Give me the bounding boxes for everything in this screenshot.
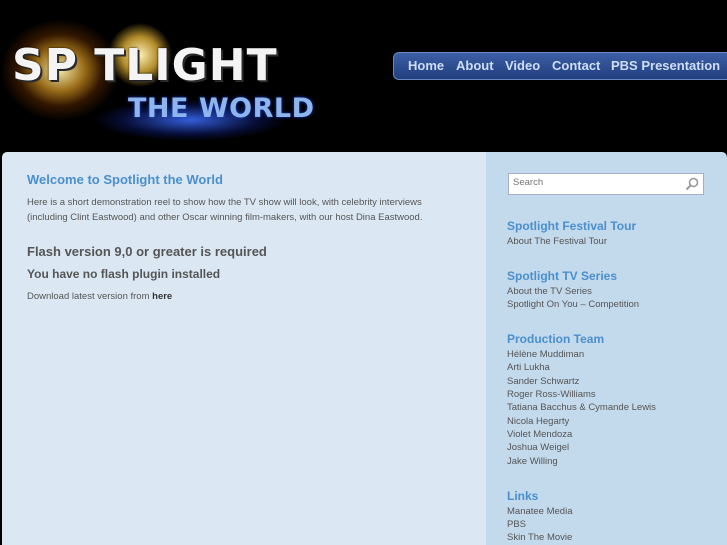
flash-required-heading: Flash version 9,0 or greater is required — [27, 244, 267, 259]
section-production-team-title[interactable]: Production Team — [507, 332, 604, 346]
main-nav: Home About Video Contact PBS Presentatio… — [393, 52, 727, 80]
no-flash-heading: You have no flash plugin installed — [27, 267, 221, 281]
search-icon[interactable] — [685, 177, 699, 191]
logo-word-the-world: THE WORLD — [128, 93, 315, 124]
link-pbs[interactable]: PBS — [507, 519, 526, 530]
nav-video[interactable]: Video — [505, 58, 540, 73]
team-member-link[interactable]: Joshua Weigel — [507, 442, 569, 453]
link-about-festival-tour[interactable]: About The Festival Tour — [507, 236, 607, 247]
header: SP TLIGHT THE WORLD Home About Video Con… — [0, 0, 727, 152]
nav-about[interactable]: About — [456, 58, 494, 73]
download-prefix: Download latest version from — [27, 291, 153, 302]
team-member-link[interactable]: Violet Mendoza — [507, 429, 572, 440]
main-content: Welcome to Spotlight the World Here is a… — [2, 152, 486, 545]
page-title: Welcome to Spotlight the World — [27, 172, 223, 187]
nav-contact[interactable]: Contact — [552, 58, 600, 73]
team-member-link[interactable]: Hélène Muddiman — [507, 349, 584, 360]
link-manatee-media[interactable]: Manatee Media — [507, 506, 572, 517]
sidebar: Spotlight Festival Tour About The Festiv… — [486, 152, 727, 545]
nav-home[interactable]: Home — [408, 58, 444, 73]
section-festival-tour-title[interactable]: Spotlight Festival Tour — [507, 219, 636, 233]
link-spotlight-on-you[interactable]: Spotlight On You – Competition — [507, 299, 639, 310]
link-about-tv-series[interactable]: About the TV Series — [507, 286, 592, 297]
download-text: Download latest version from here — [27, 291, 172, 302]
search-input[interactable] — [513, 177, 678, 188]
intro-text: Here is a short demonstration reel to sh… — [27, 197, 423, 223]
site-logo[interactable]: SP TLIGHT THE WORLD — [0, 0, 345, 150]
team-member-link[interactable]: Sander Schwartz — [507, 376, 579, 387]
search-box — [508, 173, 704, 195]
link-skin-the-movie[interactable]: Skin The Movie — [507, 532, 572, 543]
team-member-link[interactable]: Arti Lukha — [507, 362, 550, 373]
team-member-link[interactable]: Jake Willing — [507, 456, 558, 467]
section-links-title: Links — [507, 489, 539, 503]
team-member-link[interactable]: Nicola Hegarty — [507, 416, 569, 427]
nav-pbs-presentation[interactable]: PBS Presentation — [611, 58, 720, 73]
section-tv-series-title[interactable]: Spotlight TV Series — [507, 269, 617, 283]
logo-word-spotlight: SP TLIGHT — [12, 40, 278, 91]
team-member-link[interactable]: Tatiana Bacchus & Cymande Lewis — [507, 402, 656, 413]
download-link[interactable]: here — [152, 291, 172, 302]
team-member-link[interactable]: Roger Ross-Williams — [507, 389, 596, 400]
